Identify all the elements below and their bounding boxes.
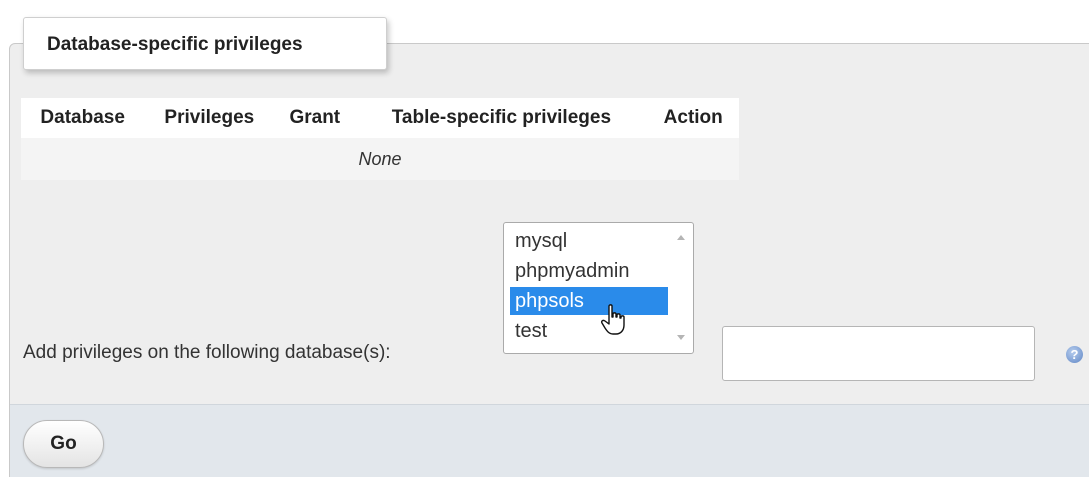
scroll-down-arrow-icon[interactable] bbox=[677, 335, 685, 340]
go-button[interactable]: Go bbox=[23, 420, 104, 468]
footer-bar bbox=[10, 404, 1089, 477]
database-option-phpmyadmin[interactable]: phpmyadmin bbox=[510, 257, 668, 285]
database-option-mysql[interactable]: mysql bbox=[510, 227, 668, 255]
database-option-test[interactable]: test bbox=[510, 317, 668, 345]
column-header-action: Action bbox=[647, 98, 739, 138]
page: Database-specific privileges Database Pr… bbox=[0, 0, 1089, 477]
help-icon[interactable]: ? bbox=[1066, 346, 1083, 363]
column-header-table-specific-privileges: Table-specific privileges bbox=[355, 98, 648, 138]
column-header-database: Database bbox=[21, 98, 145, 138]
section-legend: Database-specific privileges bbox=[23, 17, 387, 70]
database-option-phpsols[interactable]: phpsols bbox=[510, 287, 668, 315]
table-header-row: Database Privileges Grant Table-specific… bbox=[21, 98, 739, 138]
scroll-up-arrow-icon[interactable] bbox=[677, 235, 685, 240]
table-row: None bbox=[21, 138, 739, 180]
empty-table-message: None bbox=[21, 138, 739, 180]
column-header-grant: Grant bbox=[274, 98, 356, 138]
add-privileges-label: Add privileges on the following database… bbox=[23, 342, 391, 363]
database-name-input[interactable] bbox=[722, 326, 1035, 381]
privileges-table: Database Privileges Grant Table-specific… bbox=[21, 98, 739, 180]
hand-cursor-icon bbox=[601, 304, 625, 335]
database-select-list[interactable]: mysql phpmyadmin phpsols test bbox=[503, 222, 694, 354]
column-header-privileges: Privileges bbox=[144, 98, 275, 138]
